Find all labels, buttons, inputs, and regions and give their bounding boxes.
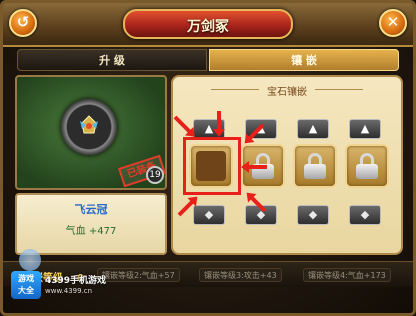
gem-slot-3[interactable]	[293, 144, 337, 188]
tutorial-arrow-top-left	[173, 115, 194, 136]
tab-inlay[interactable]: 镶 嵌	[209, 49, 399, 71]
equipment-slot[interactable]	[61, 99, 117, 155]
gem-inlay-panel: 宝石镶嵌 ▲ ▲ ▲ ▲ ◆ ◆ ◆ ◆	[171, 75, 403, 255]
select-gem-button-4[interactable]: ◆	[349, 205, 381, 225]
upgrade-gem-button-3[interactable]: ▲	[297, 119, 329, 139]
leaf-icon	[19, 249, 41, 271]
lock-icon	[304, 153, 326, 179]
window-title: 万剑冢	[187, 19, 229, 35]
upgrade-gem-button-4[interactable]: ▲	[349, 119, 381, 139]
item-info-panel: 飞云冠 气血 +477	[15, 193, 167, 255]
lock-icon	[356, 153, 378, 179]
equipment-display: 已装备	[15, 75, 167, 190]
select-gem-button-1[interactable]: ◆	[193, 205, 225, 225]
site-logo: 游戏 大全	[11, 271, 41, 299]
tutorial-highlight-box	[183, 137, 241, 195]
gem-slot-4[interactable]	[345, 144, 389, 188]
tab-upgrade[interactable]: 升 级	[17, 49, 207, 71]
section-title: 宝石镶嵌	[267, 87, 307, 98]
item-stat: 气血 +477	[65, 226, 117, 237]
helmet-icon	[80, 115, 98, 134]
tutorial-arrow-right	[245, 165, 267, 169]
watermark-text: 4399手机游戏	[45, 276, 107, 286]
game-window: ↺ 万剑冢 ✕ 升 级 镶 嵌 已装备 19 飞云冠 气血 +477 宝石镶嵌 …	[0, 0, 416, 316]
select-gem-button-3[interactable]: ◆	[297, 205, 329, 225]
title-divider-right	[315, 89, 363, 90]
inlay-bonus-4: 镶嵌等级4:气血+173	[303, 268, 391, 282]
item-level-badge: 19	[146, 166, 164, 184]
watermark-url: www.4399.cn	[45, 287, 93, 295]
site-watermark: 游戏 大全 4399手机游戏 www.4399.cn	[9, 249, 121, 305]
tutorial-arrow-top	[217, 111, 221, 133]
inlay-bonus-3: 镶嵌等级3:攻击+43	[199, 268, 282, 282]
item-name: 飞云冠	[74, 203, 108, 216]
tab-bar: 升 级 镶 嵌	[17, 49, 399, 71]
title-bar: ↺ 万剑冢 ✕	[3, 3, 413, 47]
back-button[interactable]: ↺	[9, 9, 37, 37]
title-plate: 万剑冢	[123, 9, 293, 39]
close-button[interactable]: ✕	[379, 9, 407, 37]
